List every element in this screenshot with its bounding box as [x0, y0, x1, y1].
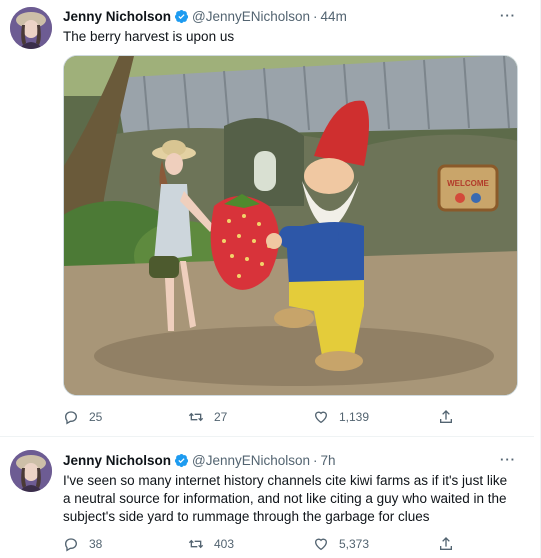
like-icon [314, 538, 328, 551]
like-icon [314, 411, 328, 424]
retweet-button[interactable]: 27 [188, 409, 298, 425]
like-button[interactable]: 5,373 [313, 536, 423, 552]
author-name[interactable]: Jenny Nicholson [63, 9, 171, 24]
photo-gnome-strawberry: WELCOME [64, 56, 517, 395]
tweet-header: Jenny Nicholson @JennyENicholson · 7h [63, 450, 518, 470]
tweet-header: Jenny Nicholson @JennyENicholson · 44m [63, 6, 518, 26]
reply-button[interactable]: 38 [63, 536, 173, 552]
retweet-icon [188, 539, 204, 549]
tweet-body: Jenny Nicholson @JennyENicholson · 44m ·… [63, 6, 518, 46]
timestamp[interactable]: 44m [321, 9, 347, 24]
share-icon [440, 410, 452, 423]
separator: · [313, 8, 318, 24]
retweet-count: 27 [214, 410, 228, 424]
tweet-photo[interactable]: WELCOME [63, 55, 518, 396]
sign-text: WELCOME [447, 179, 489, 188]
avatar[interactable] [10, 7, 52, 49]
tweet-text: The berry harvest is upon us [63, 29, 235, 44]
tweet-text: I've seen so many internet history chann… [63, 473, 508, 524]
tweet-body: Jenny Nicholson @JennyENicholson · 7h ··… [63, 450, 518, 526]
retweet-button[interactable]: 403 [188, 536, 298, 552]
like-count: 1,139 [339, 410, 370, 424]
avatar[interactable] [10, 450, 52, 492]
verified-badge-icon [174, 9, 189, 24]
tweet-actions: 25 27 1,139 [63, 408, 458, 426]
timeline-feed: Jenny Nicholson @JennyENicholson · 44m ·… [0, 0, 541, 558]
more-icon[interactable]: ··· [500, 8, 516, 23]
tweet[interactable]: Jenny Nicholson @JennyENicholson · 7h ··… [0, 437, 534, 558]
reply-button[interactable]: 25 [63, 409, 173, 425]
tweet-actions: 38 403 5,373 [63, 535, 458, 553]
share-icon [440, 537, 452, 550]
share-button[interactable] [438, 536, 458, 552]
reply-icon [64, 411, 78, 425]
retweet-count: 403 [214, 537, 235, 551]
timestamp[interactable]: 7h [321, 453, 336, 468]
like-button[interactable]: 1,139 [313, 409, 423, 425]
verified-badge-icon [174, 453, 189, 468]
more-icon[interactable]: ··· [500, 452, 516, 467]
reply-icon [64, 538, 78, 552]
author-name[interactable]: Jenny Nicholson [63, 453, 171, 468]
retweet-icon [188, 412, 204, 422]
reply-count: 38 [89, 537, 103, 551]
share-button[interactable] [438, 409, 458, 425]
tweet[interactable]: Jenny Nicholson @JennyENicholson · 44m ·… [0, 0, 534, 437]
reply-count: 25 [89, 410, 103, 424]
author-handle[interactable]: @JennyENicholson [192, 453, 310, 468]
like-count: 5,373 [339, 537, 370, 551]
separator: · [313, 452, 318, 468]
author-handle[interactable]: @JennyENicholson [192, 9, 310, 24]
